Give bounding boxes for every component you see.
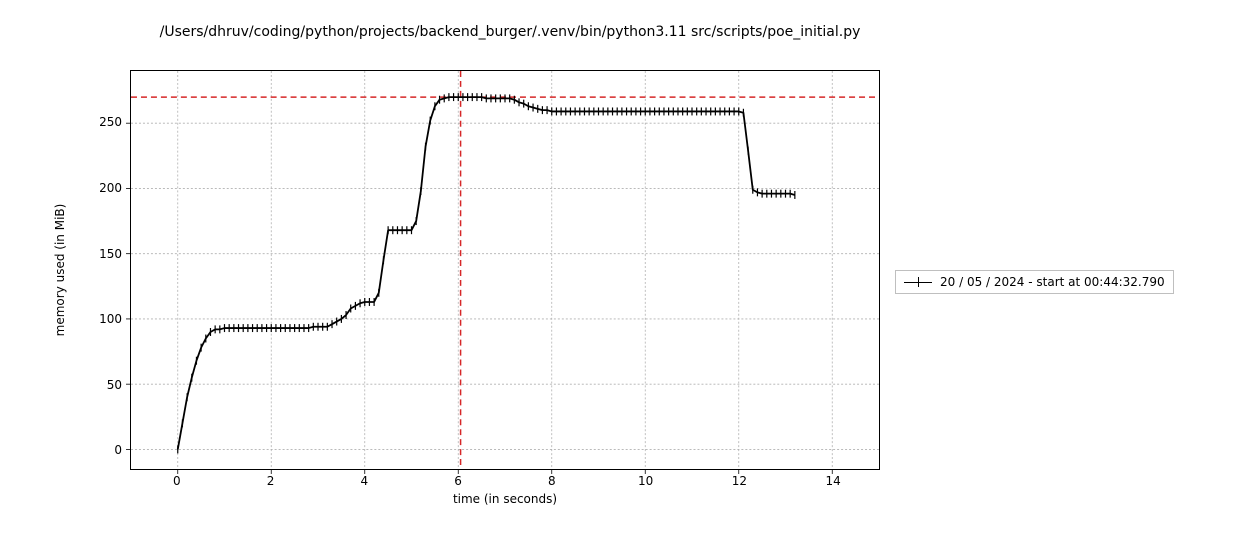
x-tick-label: 14 [825, 474, 840, 488]
y-tick-label: 100 [82, 312, 122, 326]
x-tick-label: 6 [454, 474, 462, 488]
x-tick-label: 2 [267, 474, 275, 488]
y-tick-label: 150 [82, 247, 122, 261]
x-tick-label: 4 [361, 474, 369, 488]
plot-svg [131, 71, 879, 469]
x-tick-label: 12 [732, 474, 747, 488]
memory-series [178, 93, 795, 453]
reference-lines [131, 71, 879, 469]
x-tick-label: 8 [548, 474, 556, 488]
y-axis-label: memory used (in MiB) [53, 204, 67, 337]
plot-area [130, 70, 880, 470]
legend-marker [904, 276, 932, 288]
y-tick-label: 0 [82, 443, 122, 457]
legend: 20 / 05 / 2024 - start at 00:44:32.790 [895, 270, 1174, 294]
figure: /Users/dhruv/coding/python/projects/back… [0, 0, 1260, 540]
chart-title: /Users/dhruv/coding/python/projects/back… [0, 24, 1020, 40]
axis-ticks [126, 123, 832, 474]
y-tick-label: 200 [82, 181, 122, 195]
y-tick-label: 250 [82, 115, 122, 129]
legend-entry-label: 20 / 05 / 2024 - start at 00:44:32.790 [940, 275, 1165, 289]
y-tick-label: 50 [82, 378, 122, 392]
x-tick-label: 0 [173, 474, 181, 488]
x-tick-label: 10 [638, 474, 653, 488]
grid [131, 71, 879, 469]
x-axis-label: time (in seconds) [130, 492, 880, 506]
